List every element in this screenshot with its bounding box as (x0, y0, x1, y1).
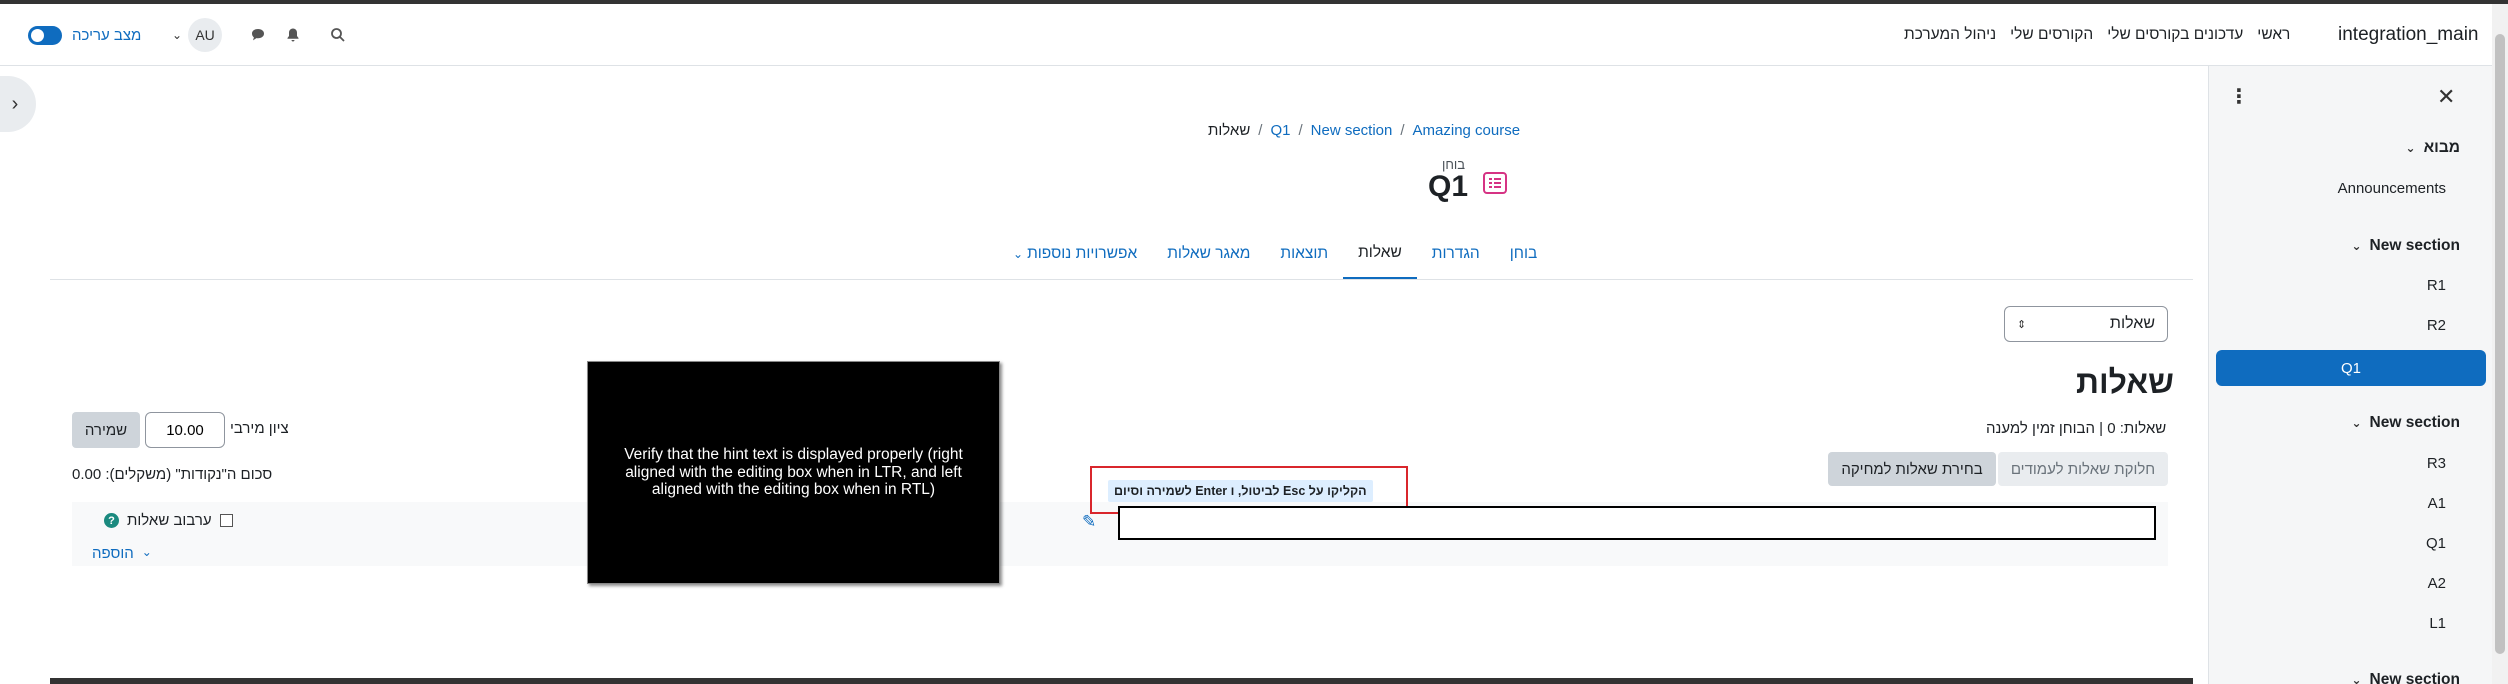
tab-settings[interactable]: הגדרות (1417, 228, 1495, 280)
add-menu[interactable]: הוספה ⌄ (92, 545, 152, 562)
questions-info: שאלות: 0 | הבוחן זמין למענה (1986, 420, 2167, 437)
navbar: integration_main ראשי עדכונים בקורסים של… (0, 4, 2508, 66)
breadcrumb-course[interactable]: Amazing course (1413, 122, 1521, 139)
inplace-edit-hint: הקליקו על Esc לביטול, ו Enter לשמירה וסי… (1108, 480, 1373, 502)
avatar[interactable]: AU (188, 18, 223, 52)
tab-quiz[interactable]: בוחן (1495, 228, 1553, 280)
chevron-down-icon: ⌄ (2351, 673, 2362, 684)
drawer-section-1[interactable]: ⌄ New section (2351, 237, 2460, 255)
drawer-section-3[interactable]: ⌄ New section (2351, 671, 2460, 684)
bell-icon[interactable] (283, 25, 303, 45)
page-title: Q1 (1428, 170, 1469, 203)
course-index-toggle[interactable]: › (0, 76, 36, 132)
page-select[interactable]: שאלות ⇕ (2004, 306, 2168, 342)
quiz-icon (1482, 170, 1508, 196)
nav-site-admin[interactable]: ניהול המערכת (1904, 26, 1996, 44)
tab-question-bank[interactable]: מאגר שאלות (1152, 228, 1265, 280)
nav-home[interactable]: ראשי (2257, 26, 2290, 44)
max-grade-input[interactable] (145, 412, 225, 448)
drawer-item-l1[interactable]: L1 (2429, 615, 2446, 632)
chevron-down-icon: ⌄ (172, 28, 183, 42)
tab-questions[interactable]: שאלות (1343, 228, 1417, 280)
drawer-section-2[interactable]: ⌄ New section (2351, 414, 2460, 432)
breadcrumb: שאלות / Q1 / New section / Amazing cours… (1208, 122, 1521, 139)
drawer-section-title: New section (2369, 671, 2460, 684)
chevron-right-icon: › (11, 92, 19, 115)
add-label: הוספה (92, 545, 134, 562)
chevron-down-icon: ⌄ (1013, 247, 1024, 261)
scrollbar-thumb[interactable] (2495, 34, 2505, 654)
save-button[interactable]: שמירה (72, 412, 140, 448)
breadcrumb-section[interactable]: New section (1311, 122, 1393, 139)
select-multiple-button[interactable]: בחירת שאלות למחיקה (1828, 452, 1996, 486)
search-icon[interactable] (328, 25, 348, 45)
kebab-menu-icon[interactable]: ⋮ (2229, 84, 2249, 109)
site-name[interactable]: integration_main (2338, 24, 2478, 46)
nav-course-updates[interactable]: עדכונים בקורסים שלי (2107, 26, 2243, 44)
repaginate-button[interactable]: חלוקת שאלות לעמודים (1998, 452, 2168, 486)
site-name-wrap: integration_main (2338, 4, 2478, 66)
secondary-nav: בוחן הגדרות שאלות תוצאות מאגר שאלות אפשר… (998, 228, 1552, 280)
drawer-item-a1[interactable]: A1 (2428, 495, 2446, 512)
drawer-item-q1[interactable]: Q1 (2426, 535, 2446, 552)
drawer-section-title: New section (2369, 237, 2460, 254)
edit-mode-toggle-wrap: מצב עריכה (28, 4, 141, 66)
drawer-item-r1[interactable]: R1 (2427, 277, 2446, 294)
tab-more-label: אפשרויות נוספות (1027, 245, 1138, 262)
drawer-section-title: New section (2369, 414, 2460, 431)
drawer-item-r3[interactable]: R3 (2427, 455, 2446, 472)
chevron-down-icon: ⌄ (2351, 239, 2362, 253)
footer-bar (50, 678, 2193, 684)
chevron-down-icon: ⌄ (2405, 141, 2416, 155)
shuffle-label: ערבוב שאלות (127, 512, 212, 529)
drawer-section-title: מבוא (2423, 139, 2460, 156)
questions-heading: שאלות (2076, 364, 2174, 400)
tab-more[interactable]: אפשרויות נוספות ⌄ (998, 228, 1152, 280)
close-icon[interactable]: ✕ (2437, 84, 2455, 110)
total-marks: סכום ה"נקודות" (משקלים): 0.00 (72, 466, 273, 483)
pencil-icon[interactable]: ✎ (1082, 512, 1096, 532)
max-grade-label: ציון מירבי (230, 420, 289, 437)
breadcrumb-current: שאלות (1208, 122, 1251, 139)
divider (50, 279, 2193, 280)
notifications-wrap (283, 4, 303, 66)
edit-mode-toggle[interactable]: מצב עריכה (28, 25, 142, 45)
message-drawer-icon[interactable] (248, 25, 268, 45)
tab-results[interactable]: תוצאות (1265, 228, 1343, 280)
sort-arrows-icon: ⇕ (2017, 318, 2027, 331)
breadcrumb-q1[interactable]: Q1 (1270, 122, 1290, 139)
drawer-item-a2[interactable]: A2 (2428, 575, 2446, 592)
search-wrap (328, 4, 348, 66)
edit-mode-switch[interactable] (28, 25, 62, 45)
annotation-note: Verify that the hint text is displayed p… (587, 361, 1000, 584)
drawer-item-q1-active[interactable]: Q1 (2216, 350, 2486, 386)
scrollbar[interactable] (2492, 4, 2508, 684)
drawer-item-r2[interactable]: R2 (2427, 317, 2446, 334)
drawer-section-intro[interactable]: ⌄ מבוא (2406, 139, 2461, 157)
drawer-item-announcements[interactable]: Announcements (2338, 180, 2446, 197)
help-icon[interactable]: ? (104, 513, 119, 528)
shuffle-checkbox[interactable] (219, 514, 233, 527)
messages-wrap (248, 4, 268, 66)
chevron-down-icon: ⌄ (141, 545, 152, 559)
edit-mode-label: מצב עריכה (72, 26, 142, 44)
page-select-value: שאלות (2109, 315, 2155, 332)
shuffle-questions: ? ערבוב שאלות (104, 512, 233, 529)
course-index-drawer: ✕ ⋮ ⌄ מבוא Announcements ⌄ New section R… (2208, 66, 2492, 684)
inplace-edit-input[interactable] (1118, 506, 2156, 540)
nav-my-courses[interactable]: הקורסים שלי (2010, 26, 2093, 44)
chevron-down-icon: ⌄ (2351, 416, 2362, 430)
primary-nav: ראשי עדכונים בקורסים שלי הקורסים שלי ניה… (1904, 4, 2290, 66)
user-menu-wrap: ⌄ AU (172, 4, 223, 66)
user-menu[interactable]: ⌄ AU (172, 18, 223, 52)
